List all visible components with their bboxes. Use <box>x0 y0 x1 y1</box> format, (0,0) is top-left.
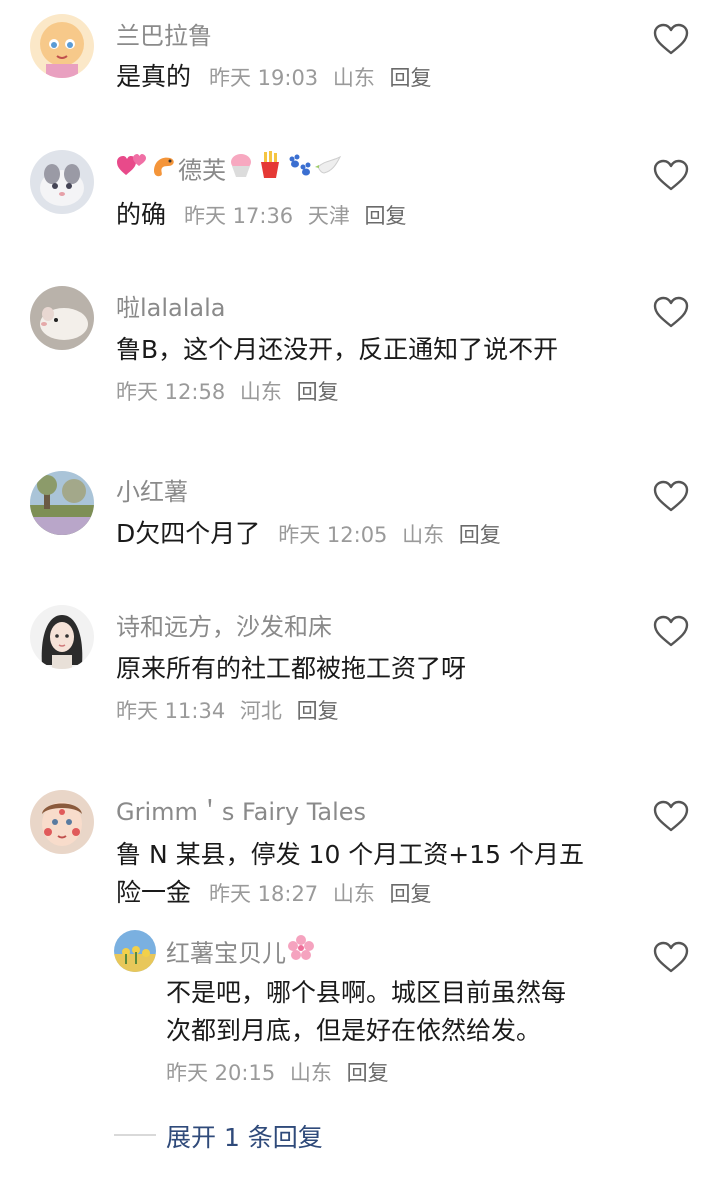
like-heart-icon[interactable] <box>652 158 690 192</box>
username[interactable]: 德芙 <box>116 150 344 186</box>
comment-body: 的确 昨天 17:36 天津 回复 <box>116 196 626 235</box>
comment-text: 原来所有的社工都被拖工资了呀 <box>116 654 467 683</box>
reply-button[interactable]: 回复 <box>390 882 432 906</box>
avatar[interactable] <box>30 605 94 669</box>
reply-button[interactable]: 回复 <box>459 523 501 547</box>
avatar[interactable] <box>114 930 156 972</box>
timestamp: 昨天 12:58 <box>116 380 226 404</box>
location: 山东 <box>402 523 445 547</box>
cherry-blossom-icon <box>286 933 316 969</box>
comment-body: 鲁B，这个月还没开，反正通知了说不开 昨天 12:58 山东 回复 <box>116 331 656 411</box>
avatar[interactable] <box>30 286 94 350</box>
username[interactable]: 红薯宝贝儿 <box>166 933 316 969</box>
comment-meta: 昨天 20:15 山东 回复 <box>166 1054 626 1092</box>
location: 山东 <box>239 380 282 404</box>
comment-text: 鲁B，这个月还没开，反正通知了说不开 <box>116 335 559 364</box>
username[interactable]: 兰巴拉鲁 <box>116 16 212 51</box>
username[interactable]: 啦lalalala <box>116 288 226 323</box>
like-heart-icon[interactable] <box>652 295 690 329</box>
timestamp: 昨天 11:34 <box>116 699 226 723</box>
comment-meta: 昨天 12:05 山东 回复 <box>278 523 501 547</box>
two-hearts-icon <box>116 151 148 185</box>
comment-text: D欠四个月了 <box>116 519 261 548</box>
reply-button[interactable]: 回复 <box>347 1061 389 1085</box>
expand-divider <box>114 1134 156 1136</box>
reply-button[interactable]: 回复 <box>297 699 339 723</box>
reply-button[interactable]: 回复 <box>390 66 432 90</box>
comment-text-line-2: 次都到月底，但是好在依然给发。 <box>166 1016 542 1045</box>
username-text: 德芙 <box>178 156 226 185</box>
like-heart-icon[interactable] <box>652 22 690 56</box>
reply-button[interactable]: 回复 <box>297 380 339 404</box>
fries-icon <box>256 150 284 186</box>
reply-button[interactable]: 回复 <box>365 204 407 228</box>
like-heart-icon[interactable] <box>652 479 690 513</box>
timestamp: 昨天 12:05 <box>278 523 388 547</box>
comment-meta: 昨天 12:58 山东 回复 <box>116 373 656 411</box>
comment-body: D欠四个月了 昨天 12:05 山东 回复 <box>116 515 626 554</box>
timestamp: 昨天 20:15 <box>166 1061 276 1085</box>
avatar[interactable] <box>30 14 94 78</box>
timestamp: 昨天 19:03 <box>208 66 319 90</box>
comment-text: 是真的 <box>116 62 192 91</box>
username-text: 红薯宝贝儿 <box>166 939 286 968</box>
comment-body: 鲁 N 某县，停发 10 个月工资+15 个月五 险一金 昨天 18:27 山东… <box>116 836 626 913</box>
avatar[interactable] <box>30 790 94 854</box>
username[interactable]: Grimm＇s Fairy Tales <box>116 792 366 827</box>
comment-text-line-2-row: 险一金 昨天 18:27 山东 回复 <box>116 874 626 913</box>
like-heart-icon[interactable] <box>652 614 690 648</box>
location: 山东 <box>332 882 375 906</box>
username[interactable]: 小红薯 <box>116 472 188 507</box>
comment-text: 的确 <box>116 200 167 229</box>
paw-prints-icon <box>284 151 314 185</box>
shaved-ice-icon <box>226 150 256 186</box>
comment-text-line-1: 鲁 N 某县，停发 10 个月工资+15 个月五 <box>116 840 585 869</box>
like-heart-icon[interactable] <box>652 799 690 833</box>
location: 山东 <box>289 1061 332 1085</box>
shrimp-icon <box>148 151 178 185</box>
location: 天津 <box>307 204 350 228</box>
dove-icon <box>314 151 344 185</box>
expand-replies-button[interactable]: 展开 1 条回复 <box>166 1118 323 1154</box>
avatar[interactable] <box>30 471 94 535</box>
comment-meta: 昨天 17:36 天津 回复 <box>184 204 407 228</box>
comment-meta: 昨天 19:03 山东 回复 <box>209 66 432 90</box>
like-heart-icon[interactable] <box>652 940 690 974</box>
comment-body: 是真的 昨天 19:03 山东 回复 <box>116 58 626 97</box>
comment-text-line-2: 险一金 <box>116 878 192 907</box>
comment-meta: 昨天 18:27 山东 回复 <box>209 882 432 906</box>
comment-meta: 昨天 11:34 河北 回复 <box>116 692 626 730</box>
username[interactable]: 诗和远方，沙发和床 <box>116 607 332 642</box>
comment-body: 原来所有的社工都被拖工资了呀 昨天 11:34 河北 回复 <box>116 650 626 730</box>
location: 山东 <box>332 66 375 90</box>
location: 河北 <box>239 699 282 723</box>
comment-body: 不是吧，哪个县啊。城区目前虽然每 次都到月底，但是好在依然给发。 昨天 20:1… <box>166 974 626 1092</box>
timestamp: 昨天 18:27 <box>208 882 319 906</box>
timestamp: 昨天 17:36 <box>183 204 294 228</box>
avatar[interactable] <box>30 150 94 214</box>
comment-text-line-1: 不是吧，哪个县啊。城区目前虽然每 <box>166 978 567 1007</box>
